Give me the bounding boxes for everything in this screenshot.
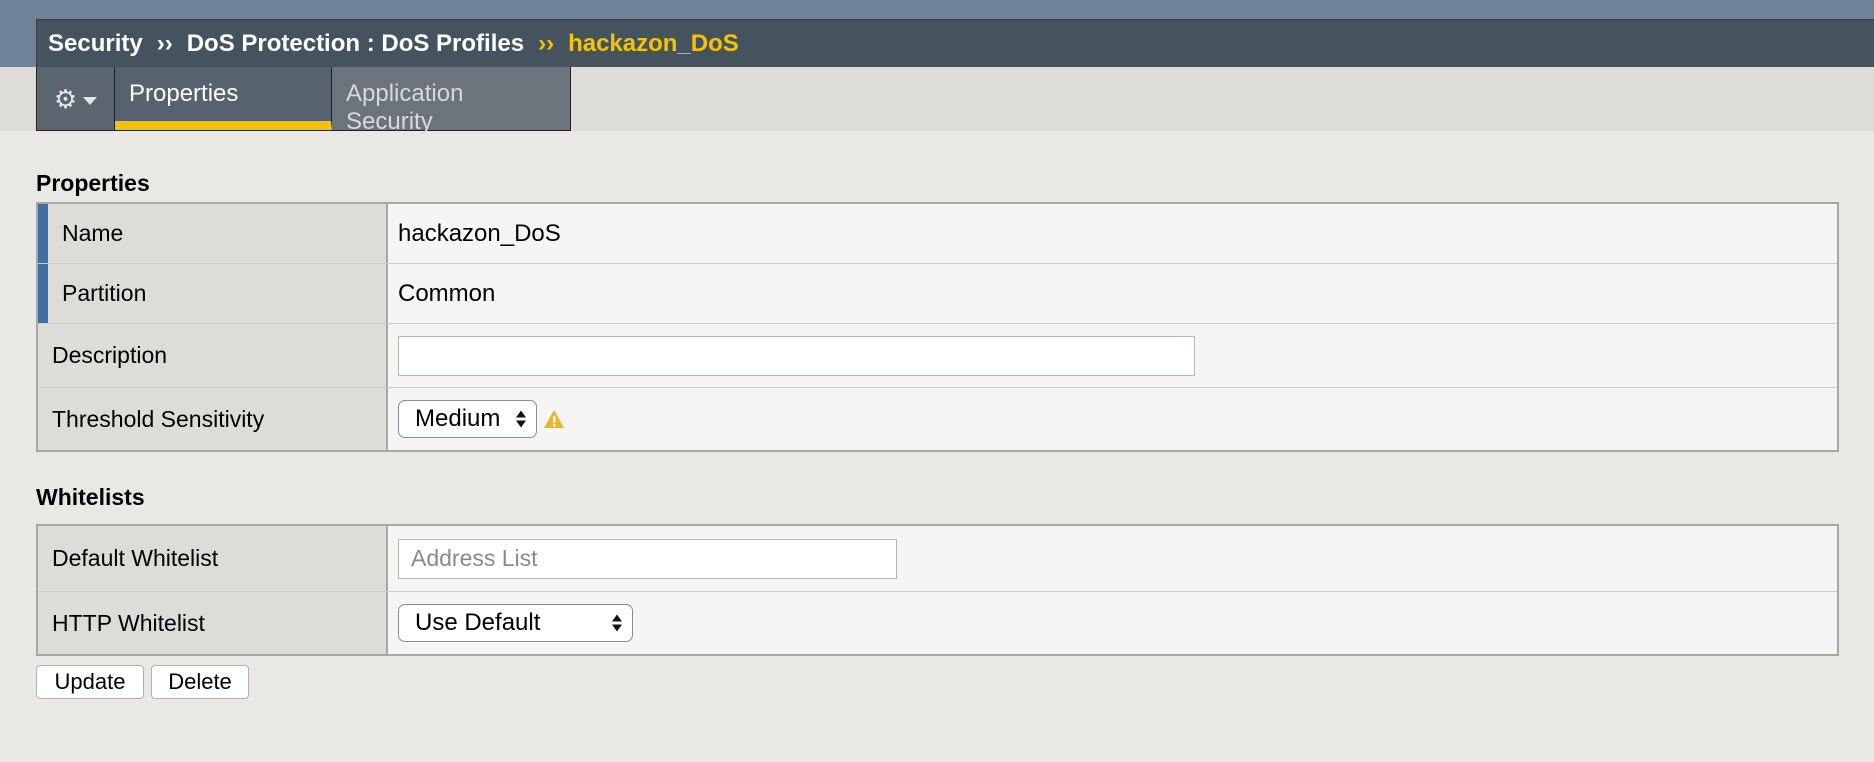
name-value: hackazon_DoS: [398, 219, 561, 247]
whitelists-section-title: Whitelists: [36, 484, 145, 510]
http-whitelist-cell: Use Default: [388, 592, 1837, 654]
breadcrumb-dos-profiles[interactable]: DoS Protection : DoS Profiles: [187, 30, 524, 58]
breadcrumb: Security ›› DoS Protection : DoS Profile…: [36, 19, 1874, 67]
settings-menu-button[interactable]: ⚙: [37, 67, 115, 130]
properties-section-title: Properties: [36, 170, 150, 196]
tab-application-security[interactable]: Application Security: [332, 67, 570, 135]
name-label: Name: [38, 204, 388, 263]
threshold-sensitivity-row: Threshold Sensitivity Medium: [38, 388, 1837, 450]
description-row: Description: [38, 324, 1837, 388]
breadcrumb-security[interactable]: Security: [48, 30, 143, 58]
select-arrows-icon: [516, 410, 526, 428]
update-button[interactable]: Update: [36, 665, 144, 699]
tab-properties[interactable]: Properties: [115, 67, 332, 130]
http-whitelist-row: HTTP Whitelist Use Default: [38, 592, 1837, 654]
threshold-sensitivity-select[interactable]: Medium: [398, 400, 537, 438]
partition-value: Common: [398, 279, 496, 307]
partition-row: Partition Common: [38, 264, 1837, 324]
tab-bar: ⚙ Properties Application Security: [36, 67, 571, 135]
breadcrumb-current: hackazon_DoS: [568, 29, 739, 57]
chevron-down-icon: [83, 96, 98, 105]
partition-label: Partition: [38, 264, 388, 323]
threshold-sensitivity-label: Threshold Sensitivity: [38, 388, 388, 450]
description-input[interactable]: [398, 335, 1195, 376]
description-label: Description: [38, 324, 388, 387]
threshold-sensitivity-cell: Medium: [388, 388, 1837, 450]
whitelists-table: Default Whitelist HTTP Whitelist Use Def…: [36, 524, 1839, 656]
http-whitelist-label: HTTP Whitelist: [38, 592, 388, 654]
http-whitelist-selected: Use Default: [415, 609, 541, 636]
default-whitelist-row: Default Whitelist: [38, 526, 1837, 592]
select-arrows-icon: [612, 614, 622, 632]
gear-icon: ⚙: [53, 83, 78, 114]
breadcrumb-separator: ››: [538, 29, 555, 57]
default-whitelist-input[interactable]: [398, 538, 897, 579]
description-cell: [388, 324, 1837, 387]
warning-icon: [544, 410, 564, 428]
threshold-sensitivity-selected: Medium: [415, 405, 501, 432]
properties-table: Name hackazon_DoS Partition Common Descr…: [36, 202, 1839, 452]
http-whitelist-select[interactable]: Use Default: [398, 604, 633, 642]
default-whitelist-label: Default Whitelist: [38, 526, 388, 591]
breadcrumb-separator: ››: [156, 29, 173, 57]
default-whitelist-cell: [388, 526, 1837, 591]
tab-strip: ⚙ Properties Application Security: [0, 67, 1874, 135]
delete-button[interactable]: Delete: [151, 665, 249, 699]
name-row: Name hackazon_DoS: [38, 204, 1837, 264]
